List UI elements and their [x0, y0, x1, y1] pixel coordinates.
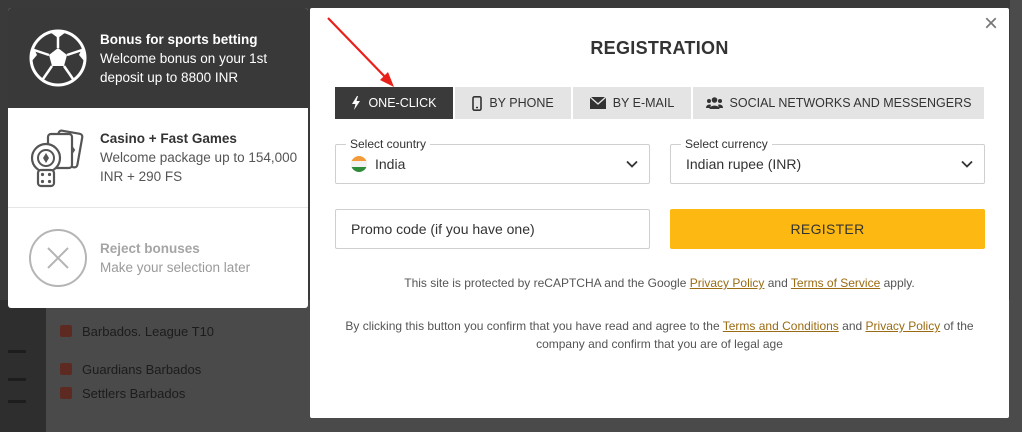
background-side-mark	[8, 378, 26, 381]
registration-modal: × REGISTRATION ONE-CLICK BY PHONE BY E-M…	[310, 8, 1009, 418]
reject-x-icon	[28, 228, 88, 288]
recaptcha-notice: This site is protected by reCAPTCHA and …	[335, 274, 984, 292]
team-label: Settlers Barbados	[82, 385, 186, 401]
register-button[interactable]: REGISTER	[670, 209, 985, 249]
tab-by-email[interactable]: BY E-MAIL	[573, 87, 691, 119]
casino-chips-cards-dice-icon	[28, 128, 88, 188]
modal-title: REGISTRATION	[590, 38, 729, 58]
background-team-row: Guardians Barbados	[60, 359, 300, 379]
recaptcha-text: This site is protected by reCAPTCHA and …	[404, 276, 687, 290]
terms-of-service-link[interactable]: Terms of Service	[791, 276, 880, 290]
currency-value: Indian rupee (INR)	[686, 156, 802, 172]
close-button[interactable]: ×	[981, 12, 1001, 36]
privacy-policy-link[interactable]: Privacy Policy	[690, 276, 765, 290]
league-flag-icon	[60, 325, 72, 337]
team-shirt-icon	[60, 387, 72, 399]
registration-method-tabs: ONE-CLICK BY PHONE BY E-MAIL SOCIAL NETW…	[335, 87, 984, 119]
terms-and-conditions-link[interactable]: Terms and Conditions	[723, 319, 839, 333]
bonus-description: Welcome package up to 154,000 INR + 290 …	[100, 150, 298, 184]
bonus-option-reject[interactable]: Reject bonuses Make your selection later	[8, 208, 308, 308]
consent-notice: By clicking this button you confirm that…	[335, 317, 984, 353]
bonus-title: Casino + Fast Games	[100, 131, 237, 146]
tab-by-phone[interactable]: BY PHONE	[455, 87, 571, 119]
background-side-mark	[8, 350, 26, 353]
country-select[interactable]: Select country India	[335, 137, 650, 184]
background-left-column	[0, 300, 46, 432]
bonus-title: Reject bonuses	[100, 241, 200, 256]
background-side-mark	[8, 400, 26, 403]
bonus-title: Bonus for sports betting	[100, 31, 258, 47]
bonus-description: Welcome bonus on your 1st deposit up to …	[100, 50, 268, 85]
background-league-row: Barbados. League T10	[60, 321, 300, 341]
chevron-down-icon	[961, 160, 973, 168]
phone-icon	[472, 95, 483, 111]
bonus-option-sports[interactable]: Bonus for sports betting Welcome bonus o…	[8, 8, 308, 108]
tab-label: BY PHONE	[489, 96, 554, 110]
tab-label: SOCIAL NETWORKS AND MESSENGERS	[729, 96, 972, 110]
team-shirt-icon	[60, 363, 72, 375]
consent-text: By clicking this button you confirm that…	[345, 319, 720, 333]
team-label: Guardians Barbados	[82, 361, 202, 377]
soccer-ball-icon	[28, 28, 88, 88]
background-right-edge	[1010, 0, 1022, 432]
bonus-description: Make your selection later	[100, 260, 251, 275]
league-label: Barbados. League T10	[82, 323, 215, 339]
tab-one-click[interactable]: ONE-CLICK	[335, 87, 453, 119]
consent-privacy-policy-link[interactable]: Privacy Policy	[866, 319, 941, 333]
promo-code-input[interactable]	[335, 209, 650, 249]
bonus-selection-panel: Bonus for sports betting Welcome bonus o…	[8, 8, 308, 308]
users-icon	[705, 97, 723, 109]
bonus-option-casino[interactable]: Casino + Fast Games Welcome package up t…	[8, 108, 308, 208]
background-team-row: Settlers Barbados	[60, 383, 300, 403]
tab-label: ONE-CLICK	[368, 96, 437, 110]
envelope-icon	[589, 97, 606, 109]
india-flag-icon	[351, 156, 367, 172]
chevron-down-icon	[626, 160, 638, 168]
tab-social-networks[interactable]: SOCIAL NETWORKS AND MESSENGERS	[693, 87, 984, 119]
tab-label: BY E-MAIL	[612, 96, 675, 110]
currency-select[interactable]: Select currency Indian rupee (INR)	[670, 137, 985, 184]
lightning-icon	[351, 96, 361, 110]
recaptcha-suffix: apply.	[883, 276, 915, 290]
country-value: India	[375, 156, 406, 172]
consent-and: and	[842, 319, 863, 333]
recaptcha-and: and	[767, 276, 788, 290]
